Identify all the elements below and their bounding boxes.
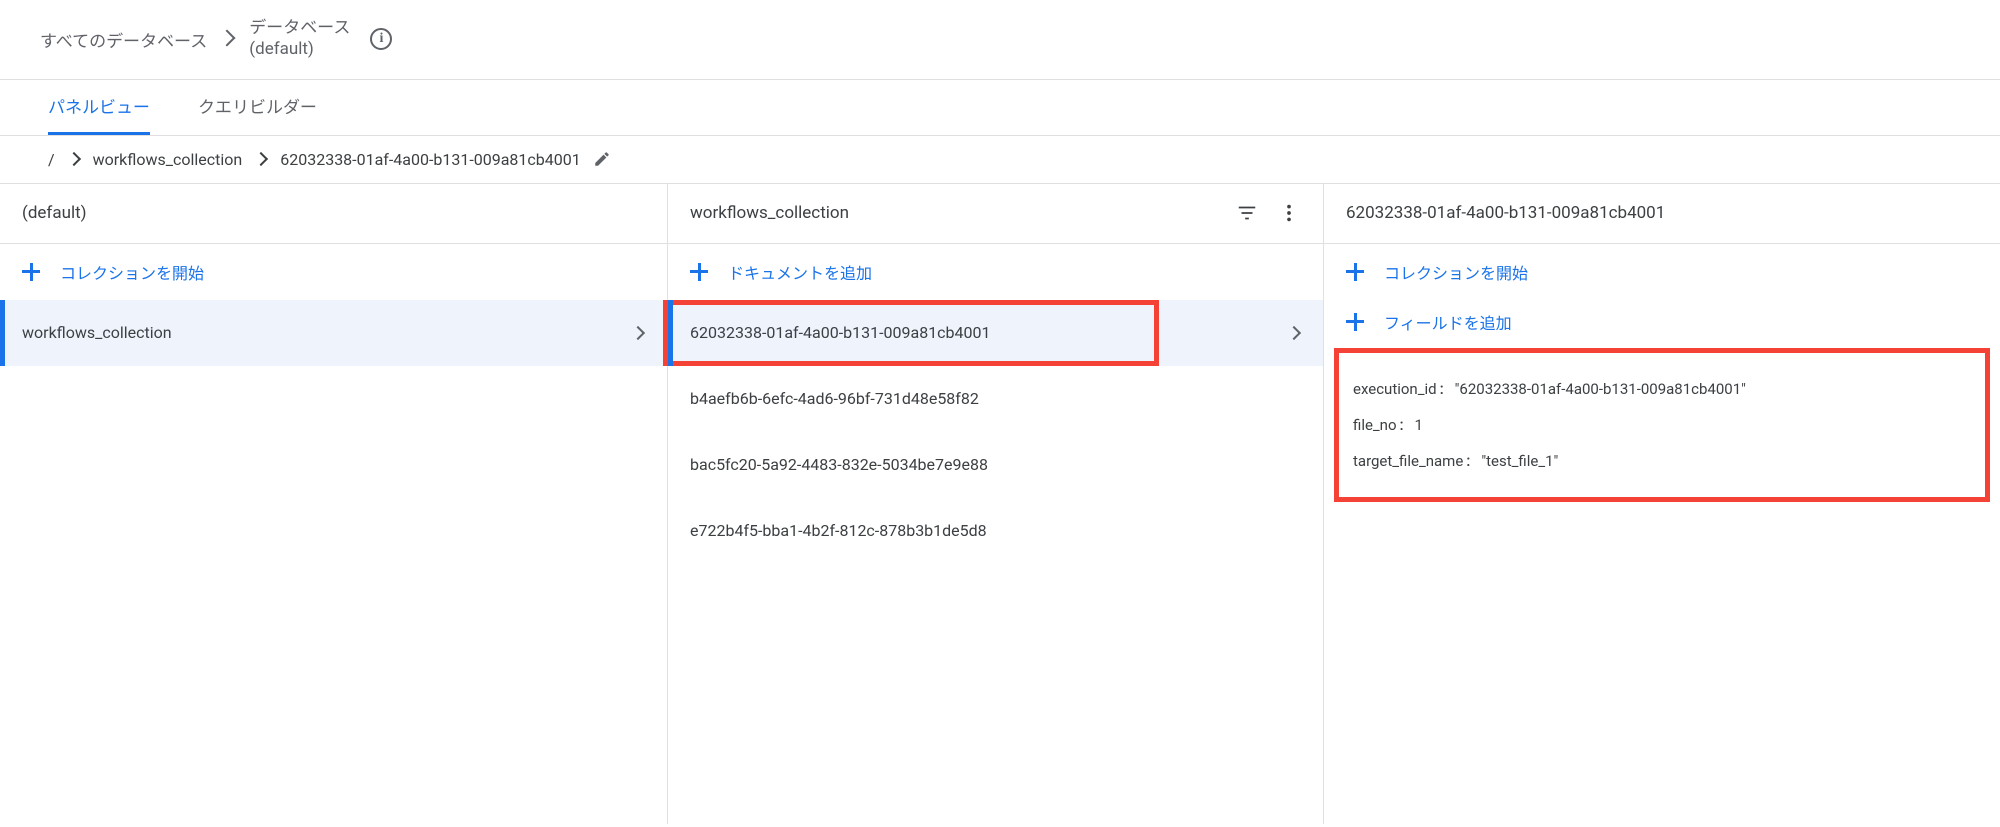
collections-list: workflows_collection [0, 300, 667, 366]
document-item-label: bac5fc20-5a92-4483-832e-5034be7e9e88 [690, 455, 1301, 474]
field-key: file_no [1353, 416, 1397, 434]
document-item[interactable]: 62032338-01af-4a00-b131-009a81cb4001 [668, 300, 1323, 366]
tabs: パネルビュー クエリビルダー [0, 80, 2000, 136]
path-doc-id[interactable]: 62032338-01af-4a00-b131-009a81cb4001 [280, 150, 581, 169]
add-document-label: ドキュメントを追加 [728, 260, 872, 284]
field-value: 62032338-01af-4a00-b131-009a81cb4001 [1455, 380, 1746, 398]
field-row[interactable]: target_file_name: test_file_1 [1353, 443, 1971, 479]
field-key: execution_id [1353, 380, 1437, 398]
document-item[interactable]: e722b4f5-bba1-4b2f-812c-878b3b1de5d8 [668, 498, 1323, 564]
document-item-label: 62032338-01af-4a00-b131-009a81cb4001 [690, 323, 1132, 342]
panel-collection: workflows_collection ドキュメントを追加 62032338-… [668, 184, 1324, 824]
start-subcollection-label: コレクションを開始 [1384, 260, 1528, 284]
panel-document: 62032338-01af-4a00-b131-009a81cb4001 コレク… [1324, 184, 2000, 824]
filter-icon[interactable] [1235, 201, 1259, 225]
more-vert-icon[interactable] [1277, 201, 1301, 225]
breadcrumb-root[interactable]: すべてのデータベース [40, 27, 207, 52]
add-document-button[interactable]: ドキュメントを追加 [668, 244, 1323, 300]
path-root[interactable]: / [48, 150, 55, 169]
field-value: test_file_1 [1481, 452, 1558, 470]
plus-icon [22, 263, 40, 281]
panel-collection-title: workflows_collection [690, 203, 1217, 223]
info-icon[interactable] [370, 28, 392, 50]
collection-item-label: workflows_collection [22, 323, 631, 342]
document-item[interactable]: bac5fc20-5a92-4483-832e-5034be7e9e88 [668, 432, 1323, 498]
panel-database: (default) コレクションを開始 workflows_collection [0, 184, 668, 824]
document-path: / workflows_collection 62032338-01af-4a0… [0, 136, 2000, 184]
documents-list: 62032338-01af-4a00-b131-009a81cb4001 b4a… [668, 300, 1323, 564]
document-item-label: e722b4f5-bba1-4b2f-812c-878b3b1de5d8 [690, 521, 1301, 540]
chevron-right-icon [219, 30, 237, 48]
start-subcollection-button[interactable]: コレクションを開始 [1324, 244, 2000, 300]
panels: (default) コレクションを開始 workflows_collection… [0, 184, 2000, 824]
add-field-button[interactable]: フィールドを追加 [1324, 300, 2000, 344]
add-field-label: フィールドを追加 [1384, 310, 1512, 334]
chevron-right-icon [631, 326, 645, 340]
field-row[interactable]: file_no: 1 [1353, 407, 1971, 443]
field-key: target_file_name [1353, 452, 1463, 470]
panel-document-header: 62032338-01af-4a00-b131-009a81cb4001 [1324, 184, 2000, 244]
tab-panel-view[interactable]: パネルビュー [48, 80, 150, 135]
breadcrumb-db-name: (default) [249, 39, 350, 60]
plus-icon [1346, 263, 1364, 281]
panel-database-title: (default) [22, 203, 645, 223]
panel-document-title: 62032338-01af-4a00-b131-009a81cb4001 [1346, 203, 1978, 223]
db-breadcrumb: すべてのデータベース データベース (default) [0, 0, 2000, 80]
start-collection-label: コレクションを開始 [60, 260, 204, 284]
tab-query-builder[interactable]: クエリビルダー [198, 80, 317, 135]
panel-database-header: (default) [0, 184, 667, 244]
collection-item[interactable]: workflows_collection [0, 300, 667, 366]
pencil-icon[interactable] [593, 150, 611, 168]
document-item-label: b4aefb6b-6efc-4ad6-96bf-731d48e58f82 [690, 389, 1301, 408]
breadcrumb-db[interactable]: データベース (default) [249, 18, 350, 61]
field-row[interactable]: execution_id: 62032338-01af-4a00-b131-00… [1353, 371, 1971, 407]
chevron-right-icon [254, 152, 268, 166]
document-item[interactable]: b4aefb6b-6efc-4ad6-96bf-731d48e58f82 [668, 366, 1323, 432]
breadcrumb-db-label: データベース [249, 18, 350, 39]
plus-icon [690, 263, 708, 281]
chevron-right-icon [67, 152, 81, 166]
field-value: 1 [1415, 416, 1423, 434]
document-fields: execution_id: 62032338-01af-4a00-b131-00… [1334, 348, 1990, 502]
chevron-right-icon [1287, 326, 1301, 340]
panel-collection-header: workflows_collection [668, 184, 1323, 244]
path-collection[interactable]: workflows_collection [93, 150, 243, 169]
plus-icon [1346, 313, 1364, 331]
start-collection-button[interactable]: コレクションを開始 [0, 244, 667, 300]
